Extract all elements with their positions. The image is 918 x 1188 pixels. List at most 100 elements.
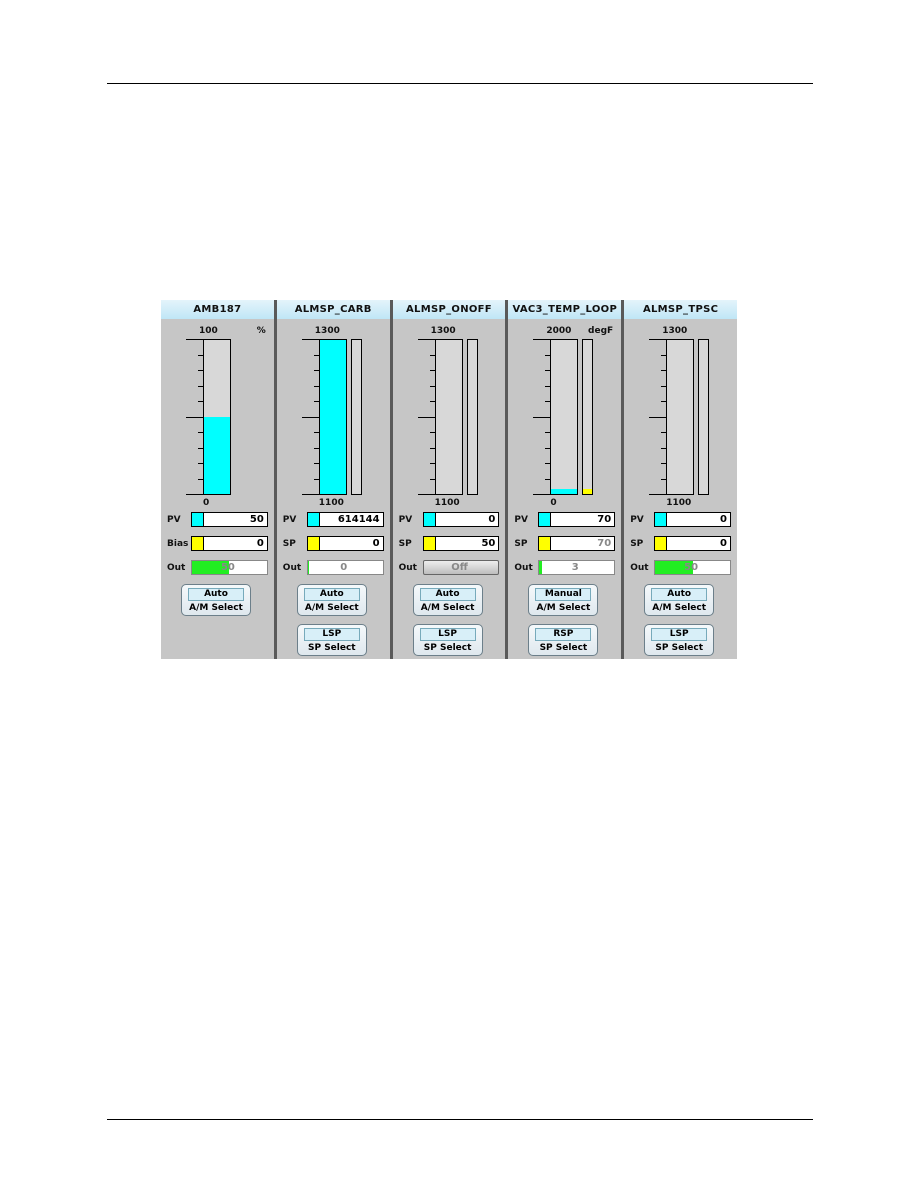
a-m-select-button[interactable]: Manual A/M Select	[528, 584, 599, 616]
out-field[interactable]: 0	[306, 560, 384, 575]
sp-select-state: LSP	[651, 628, 708, 641]
pv-label: PV	[398, 514, 413, 525]
pv-field[interactable]: 0	[654, 512, 731, 527]
sp-swatch	[655, 537, 668, 550]
sp-row: SP 70	[514, 536, 616, 551]
sp-select-label: SP Select	[307, 643, 356, 653]
scale-min-label: 0	[203, 498, 210, 508]
scale-min-label: 1100	[318, 498, 344, 508]
out-value: 50	[220, 562, 235, 573]
scale-min-label: 0	[550, 498, 557, 508]
bias-field[interactable]: 0	[191, 536, 268, 551]
scale-tick	[186, 416, 203, 418]
scale-tick	[301, 416, 319, 418]
out-off-button[interactable]: Off	[422, 560, 500, 575]
sp-field[interactable]: 70	[538, 536, 616, 551]
pv-swatch	[423, 513, 436, 526]
scale-max-label: 1300	[430, 326, 456, 336]
pv-swatch	[539, 513, 552, 526]
a-m-select-label: A/M Select	[536, 603, 591, 613]
out-row: Out 0	[283, 560, 384, 575]
pv-row: PV 0	[399, 512, 500, 527]
a-m-select-button[interactable]: Auto A/M Select	[296, 584, 367, 616]
bar-scale-ticks	[648, 339, 667, 495]
sp-swatch	[423, 537, 436, 550]
pv-bar	[203, 339, 231, 495]
scale-max-label: 1300	[662, 326, 688, 336]
sp-field[interactable]: 0	[306, 536, 384, 551]
pv-value: 614144	[337, 514, 380, 525]
bar-scale-ticks	[417, 339, 435, 495]
out-label: Out	[398, 562, 417, 573]
sp-row: SP 0	[283, 536, 384, 551]
pv-bar-fill	[551, 488, 578, 494]
header-rule	[107, 83, 813, 84]
out-row: Out 3	[514, 560, 616, 575]
sp-select-button[interactable]: LSP SP Select	[296, 624, 367, 656]
scale-tick	[649, 494, 667, 495]
bias-value: 0	[256, 538, 264, 549]
loop-faceplate: VAC3_TEMP_LOOP 2000 degF 0 PV 70 SP 70 Out 3 Manua…	[505, 300, 622, 659]
bar-scale-ticks	[532, 339, 551, 495]
pv-field[interactable]: 0	[422, 512, 500, 527]
out-field[interactable]: 50	[654, 560, 731, 575]
sp-select-state: LSP	[419, 628, 476, 641]
sp-select-button[interactable]: LSP SP Select	[644, 624, 715, 656]
pv-label: PV	[514, 514, 528, 525]
out-row: Out 50	[167, 560, 268, 575]
sp-swatch	[307, 537, 320, 550]
out-field[interactable]: 50	[191, 560, 268, 575]
sp-select-state: LSP	[303, 628, 360, 641]
sp-select-label: SP Select	[655, 643, 703, 653]
sp-label: SP	[630, 538, 644, 549]
sp-select-button[interactable]: RSP SP Select	[528, 624, 599, 656]
scale-tick	[417, 339, 435, 340]
pv-field[interactable]: 70	[538, 512, 616, 527]
sp-value: 50	[481, 538, 496, 549]
pv-row: PV 0	[630, 512, 731, 527]
footer-rule	[107, 1119, 813, 1120]
pv-label: PV	[630, 514, 644, 525]
sp-row: SP 0	[630, 536, 731, 551]
scale-tick	[301, 494, 319, 495]
loop-title: ALMSP_TPSC	[624, 300, 737, 319]
sp-field[interactable]: 0	[654, 536, 731, 551]
loop-faceplate-group: AMB187 100% 0 PV 50 Bias 0 Out 50 Auto A/M Select A…	[161, 300, 737, 659]
pv-row: PV 50	[167, 512, 268, 527]
a-m-select-state: Auto	[419, 588, 476, 601]
out-field[interactable]: 3	[538, 560, 616, 575]
sp-field[interactable]: 50	[422, 536, 500, 551]
scale-tick	[649, 339, 667, 340]
sp-label: SP	[398, 538, 412, 549]
bar-scale-ticks	[301, 339, 319, 495]
out-label: Out	[282, 562, 302, 573]
a-m-select-label: A/M Select	[304, 603, 359, 613]
scale-tick	[533, 416, 551, 418]
scale-tick	[533, 494, 551, 495]
sp-label: SP	[282, 538, 296, 549]
a-m-select-label: A/M Select	[420, 603, 475, 613]
scale-tick	[186, 339, 203, 340]
a-m-select-button[interactable]: Auto A/M Select	[181, 584, 251, 616]
loop-faceplate: ALMSP_CARB 1300 1100 PV 614144 SP 0 Out 0 Auto A/M…	[273, 300, 390, 659]
bias-row: Bias 0	[167, 536, 268, 551]
a-m-select-button[interactable]: Auto A/M Select	[412, 584, 483, 616]
sp-select-state: RSP	[535, 628, 592, 641]
pv-bar	[550, 339, 579, 495]
a-m-select-label: A/M Select	[652, 603, 707, 613]
loop-title: AMB187	[161, 300, 274, 319]
sp-select-button[interactable]: LSP SP Select	[412, 624, 483, 656]
loop-title: ALMSP_CARB	[276, 300, 390, 319]
sp-bar	[698, 339, 710, 495]
sp-value: 0	[720, 538, 727, 549]
scale-tick	[301, 339, 319, 340]
a-m-select-button[interactable]: Auto A/M Select	[644, 584, 715, 616]
sp-swatch	[539, 537, 552, 550]
pv-swatch	[655, 513, 668, 526]
pv-field[interactable]: 50	[191, 512, 268, 527]
pv-value: 0	[720, 514, 727, 525]
sp-value: 70	[597, 538, 612, 549]
out-label: Out	[167, 562, 186, 573]
scale-tick	[649, 416, 667, 418]
pv-field[interactable]: 614144	[306, 512, 384, 527]
